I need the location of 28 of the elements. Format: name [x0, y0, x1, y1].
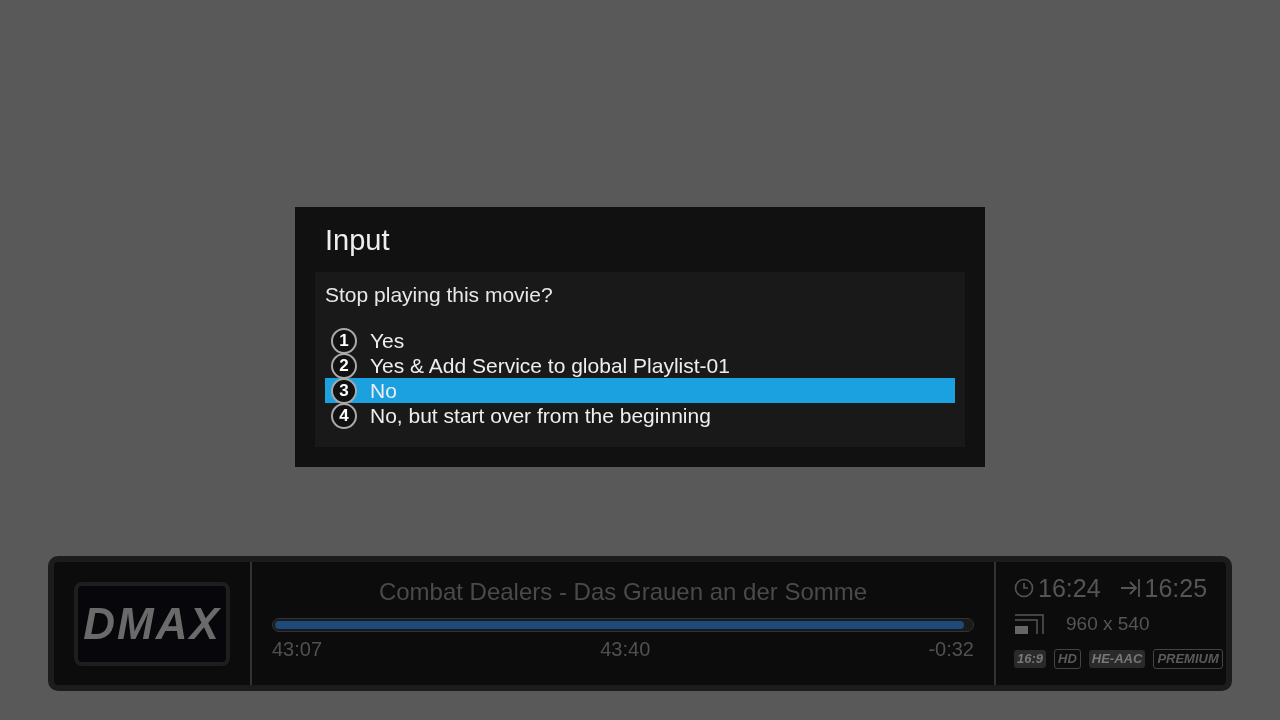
number-badge: 4	[331, 402, 357, 429]
option-label: Yes	[370, 328, 405, 353]
option-label: No, but start over from the beginning	[370, 403, 711, 428]
number-badge: 2	[331, 352, 357, 379]
resolution-text: 960 x 540	[1066, 612, 1150, 636]
format-badge: HD	[1054, 648, 1081, 669]
option-item[interactable]: 4 No, but start over from the beginning	[325, 403, 955, 428]
option-label: Yes & Add Service to global Playlist-01	[370, 353, 730, 378]
question-text: Stop playing this movie?	[325, 282, 554, 308]
current-time: 43:40	[600, 637, 651, 662]
end-arrow-icon	[1118, 577, 1141, 599]
format-badge: 16:9	[1014, 649, 1047, 668]
program-title: Combat Dealers - Das Grauen an der Somme	[377, 578, 869, 606]
channel-logo: DMAX	[74, 581, 230, 666]
dialog-title: Input	[325, 223, 391, 258]
remaining-time: -0:32	[928, 637, 974, 662]
option-label: No	[370, 378, 397, 403]
end-time: 16:25	[1144, 574, 1208, 602]
number-badge: 3	[331, 377, 357, 404]
option-item[interactable]: 1 Yes	[325, 328, 955, 353]
option-item[interactable]: 3 No	[325, 378, 955, 403]
clock-time: 16:24	[1038, 574, 1101, 602]
start-time: 43:07	[272, 637, 323, 662]
resolution-icon	[1014, 614, 1044, 635]
format-badge: PREMIUM	[1153, 648, 1223, 669]
clock-icon	[1014, 578, 1034, 598]
number-badge: 1	[331, 327, 357, 354]
format-badge: HE-AAC	[1088, 649, 1146, 668]
